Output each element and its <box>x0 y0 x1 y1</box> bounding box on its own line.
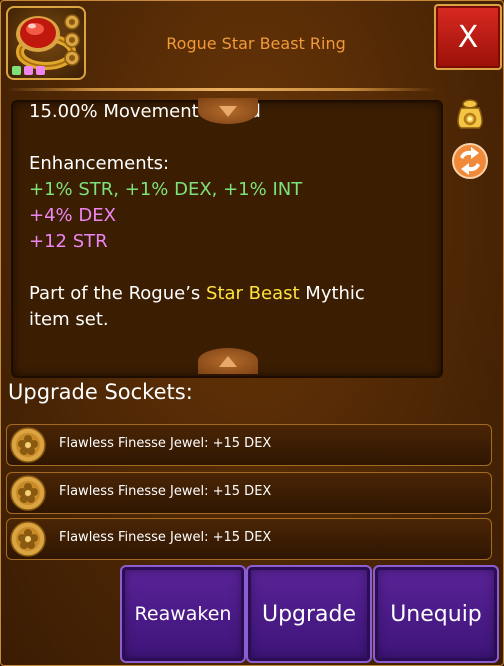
scroll-up-button[interactable] <box>198 348 258 374</box>
upgrade-button[interactable]: Upgrade <box>246 565 372 663</box>
set-text-before: Part of the Rogue’s <box>29 283 207 304</box>
enhancement-line: +1% STR, +1% DEX, +1% INT <box>29 179 303 200</box>
item-description-text: 15.00% Movement Speed Enhancements: +1% … <box>29 102 431 333</box>
set-description-line: Part of the Rogue’s Star Beast Mythic <box>29 281 431 307</box>
enhancements-heading: Enhancements: <box>29 153 170 174</box>
socket-dot-2 <box>24 66 33 75</box>
header-divider <box>6 88 436 91</box>
swap-arrows-icon[interactable] <box>451 142 489 180</box>
socket-label: Flawless Finesse Jewel: +15 DEX <box>59 436 272 451</box>
close-button[interactable]: X <box>434 4 502 70</box>
arrow-down-icon <box>219 105 237 117</box>
socket-indicators <box>12 66 45 75</box>
set-name: Star Beast <box>206 283 300 304</box>
arrow-up-icon <box>219 355 237 367</box>
enhancement-line: +4% DEX <box>29 205 116 226</box>
gold-bag-icon[interactable] <box>451 94 489 132</box>
close-icon: X <box>457 19 479 55</box>
item-title: Rogue Star Beast Ring <box>166 34 346 53</box>
reawaken-button[interactable]: Reawaken <box>120 565 246 663</box>
ruby-ring-icon <box>6 6 86 80</box>
socket-dot-1 <box>12 66 21 75</box>
enhancement-line: +12 STR <box>29 231 108 252</box>
item-description-panel[interactable]: 15.00% Movement Speed Enhancements: +1% … <box>11 100 443 378</box>
unequip-button[interactable]: Unequip <box>373 565 499 663</box>
scroll-down-button[interactable] <box>198 98 258 124</box>
socket-dot-3 <box>36 66 45 75</box>
finesse-jewel-icon <box>10 521 46 557</box>
set-text-after: Mythic <box>299 283 365 304</box>
finesse-jewel-icon <box>10 427 46 463</box>
finesse-jewel-icon <box>10 475 46 511</box>
socket-row-2[interactable]: Flawless Finesse Jewel: +15 DEX <box>6 472 492 514</box>
socket-label: Flawless Finesse Jewel: +15 DEX <box>59 484 272 499</box>
set-description-line-2: item set. <box>29 309 109 330</box>
socket-row-1[interactable]: Flawless Finesse Jewel: +15 DEX <box>6 424 492 466</box>
socket-label: Flawless Finesse Jewel: +15 DEX <box>59 530 272 545</box>
upgrade-sockets-heading: Upgrade Sockets: <box>8 380 193 404</box>
socket-row-3[interactable]: Flawless Finesse Jewel: +15 DEX <box>6 518 492 560</box>
